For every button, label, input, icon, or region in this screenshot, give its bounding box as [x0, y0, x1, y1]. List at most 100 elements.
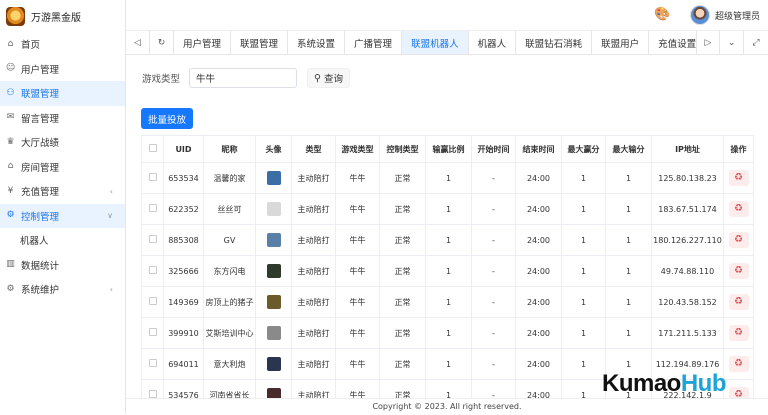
sidebar-item-label: 联盟管理 [21, 89, 60, 101]
ip-cell: 180.126.227.110 [651, 224, 724, 256]
recycle-icon[interactable]: ♻ [728, 387, 749, 398]
sidebar-item-1[interactable]: ☺ 用户管理 [0, 57, 125, 82]
message-icon: ✉ [6, 112, 15, 123]
control-type-cell: 正常 [379, 348, 426, 380]
query-label: 查询 [323, 74, 343, 85]
max-win-cell: 1 [561, 224, 606, 256]
watermark: KumaoHub [602, 370, 727, 398]
control-type-cell: 正常 [379, 286, 426, 318]
sidebar-item-label: 房间管理 [21, 162, 60, 174]
main-content: 游戏类型 ⚲ 查询 批量投放 UID昵称头像类型游戏类型控制类型输赢比例开始时间… [132, 58, 762, 398]
recycle-icon[interactable]: ♻ [728, 294, 749, 310]
column-header: IP地址 [651, 135, 724, 163]
fullscreen-button[interactable]: ⤢ [744, 31, 768, 54]
nickname-cell: 东方闪电 [203, 255, 256, 287]
sidebar-item-label: 充值管理 [21, 187, 60, 199]
tab-dropdown-button[interactable]: ⌄ [720, 31, 744, 54]
row-checkbox[interactable] [148, 359, 157, 367]
sidebar-item-6[interactable]: ¥ 充值管理 ‹ [0, 179, 125, 204]
row-checkbox[interactable] [148, 390, 157, 398]
tab-1[interactable]: 联盟管理 [231, 31, 289, 54]
query-button[interactable]: ⚲ 查询 [307, 68, 350, 88]
sidebar-item-0[interactable]: ⌂ 首页 [0, 32, 125, 57]
row-checkbox-cell[interactable] [141, 193, 164, 225]
sidebar-item-4[interactable]: ♛ 大厅战绩 [0, 130, 125, 155]
batch-deploy-button[interactable]: 批量投放 [141, 108, 194, 129]
sidebar-item-10[interactable]: ⚙ 系统维护 ‹ [0, 277, 125, 302]
row-checkbox[interactable] [148, 297, 157, 305]
avatar[interactable] [689, 5, 710, 25]
recycle-icon[interactable]: ♻ [728, 232, 749, 248]
tab-5[interactable]: 机器人 [469, 31, 517, 54]
max-win-cell: 1 [561, 317, 606, 349]
action-cell: ♻ [723, 255, 754, 287]
footer: Copyright © 2023. All right reserved. [126, 398, 768, 414]
user-icon: ☺ [5, 63, 16, 74]
table-header-row: UID 昵称 头像 类型 游戏类型 控制类型 输赢比例 开始时间 结束时间 最大赢分 最大输分 IP地… [141, 135, 754, 163]
control-type-cell: 正常 [379, 255, 426, 287]
tab-0[interactable]: 用户管理 [174, 31, 232, 54]
palette-icon[interactable]: 🎨 [654, 8, 670, 22]
sidebar-item-2[interactable]: ⚇ 联盟管理 [0, 81, 125, 106]
sidebar-item-label: 机器人 [20, 236, 49, 248]
table-row: 653534 温馨的家 主动陪打 牛牛 正常 1-24:00 1 1 125.80.138.23… [141, 162, 754, 194]
sidebar-item-8[interactable]: 机器人 [0, 228, 125, 253]
tab-4[interactable]: 联盟机器人 [402, 31, 469, 54]
action-cell: ♻ [723, 193, 754, 225]
recycle-icon[interactable]: ♻ [728, 325, 749, 341]
tab-scroll-left-button[interactable]: ◁ [126, 31, 150, 54]
row-checkbox[interactable] [148, 173, 157, 181]
row-checkbox-cell[interactable] [141, 317, 164, 349]
top-header: 🎨 超级管理员 [126, 0, 768, 31]
row-checkbox-cell[interactable] [141, 286, 164, 318]
sidebar-item-9[interactable]: ▥ 数据统计 [0, 253, 125, 278]
chart-icon: ▥ [6, 259, 15, 270]
sidebar-item-5[interactable]: ⌂ 房间管理 [0, 155, 125, 180]
game-type-cell: 牛牛 [335, 348, 380, 380]
username[interactable]: 超级管理员 [715, 9, 760, 22]
tab-7[interactable]: 联盟用户 [592, 31, 650, 54]
control-type-cell: 正常 [379, 193, 426, 225]
row-checkbox[interactable] [148, 204, 157, 212]
column-header[interactable] [141, 135, 164, 163]
brand[interactable]: 万游黑金版 [0, 0, 125, 32]
row-checkbox-cell[interactable] [141, 224, 164, 256]
row-checkbox-cell[interactable] [141, 379, 164, 398]
recycle-icon[interactable]: ♻ [728, 201, 749, 217]
refresh-button[interactable]: ↻ [150, 31, 174, 54]
tab-2[interactable]: 系统设置 [288, 31, 346, 54]
recycle-icon[interactable]: ♻ [728, 170, 749, 186]
row-checkbox-cell[interactable] [141, 255, 164, 287]
tab-3[interactable]: 广播管理 [345, 31, 403, 54]
tab-6[interactable]: 联盟钻石消耗 [516, 31, 593, 54]
max-loss-cell: 1 [605, 255, 652, 287]
watermark-accent: Hub [680, 370, 727, 397]
row-checkbox-cell[interactable] [141, 348, 164, 380]
row-checkbox-cell[interactable] [141, 162, 164, 194]
sidebar-item-7[interactable]: ⚙ 控制管理 ∨ [0, 203, 125, 228]
select-all-checkbox[interactable] [148, 144, 157, 152]
row-checkbox[interactable] [148, 266, 157, 274]
row-checkbox[interactable] [148, 235, 157, 243]
ip-cell: 120.43.58.152 [651, 286, 724, 318]
nickname-cell: 意大利炮 [203, 348, 256, 380]
game-type-input[interactable] [189, 68, 297, 88]
recycle-icon[interactable]: ♻ [728, 356, 749, 372]
recycle-icon[interactable]: ♻ [728, 263, 749, 279]
start-time-cell: - [471, 162, 516, 194]
uid-cell: 653534 [163, 162, 204, 194]
avatar-cell [255, 348, 292, 380]
action-cell: ♻ [723, 348, 754, 380]
robot-table: UID 昵称 头像 类型 游戏类型 控制类型 输赢比例 开始时间 结束时间 最大赢分 最大输分 IP地… [141, 135, 754, 398]
type-cell: 主动陪打 [291, 255, 336, 287]
settings-icon: ⚙ [6, 283, 15, 294]
game-type-cell: 牛牛 [335, 162, 380, 194]
win-ratio-cell: 1 [425, 162, 472, 194]
tab-scroll-right-button[interactable]: ▷ [696, 31, 720, 54]
avatar-cell [255, 224, 292, 256]
tab-8[interactable]: 充值设置 [649, 31, 696, 54]
sidebar-item-3[interactable]: ✉ 留言管理 [0, 106, 125, 131]
row-checkbox[interactable] [148, 328, 157, 336]
action-cell: ♻ [723, 162, 754, 194]
start-time-cell: - [471, 317, 516, 349]
